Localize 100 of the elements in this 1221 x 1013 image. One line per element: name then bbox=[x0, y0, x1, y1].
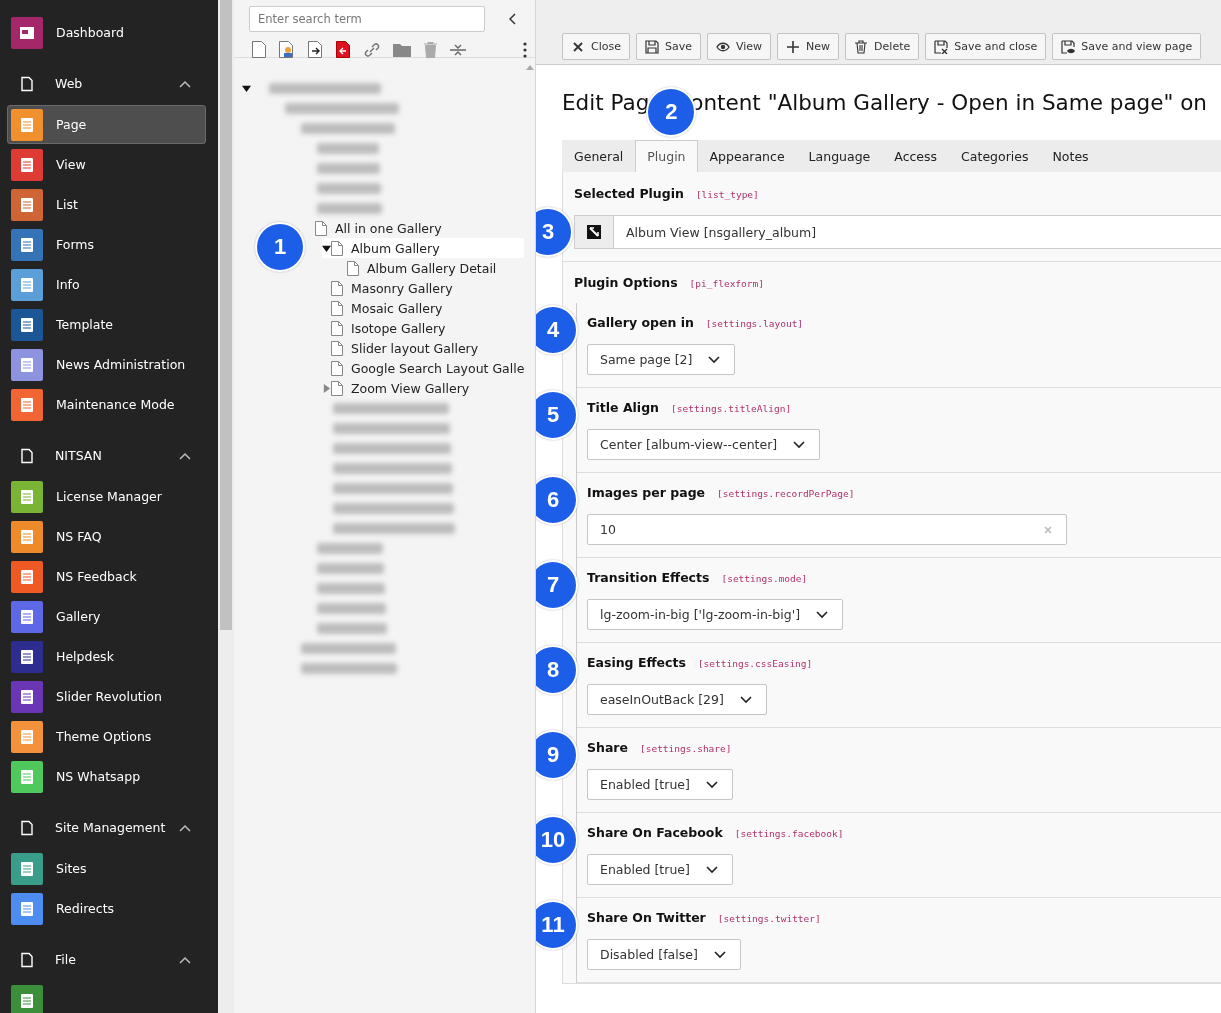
menu-item[interactable]: Theme Options bbox=[7, 717, 206, 756]
select-field[interactable]: Enabled [true] bbox=[587, 854, 733, 885]
new-page-icon[interactable] bbox=[252, 41, 266, 58]
toolbar-button[interactable]: Save and view page bbox=[1052, 33, 1202, 60]
page-icon bbox=[331, 320, 343, 336]
chevron-up-icon[interactable] bbox=[179, 451, 191, 460]
menu-group-header[interactable]: File bbox=[0, 939, 218, 980]
scrollbar[interactable] bbox=[218, 0, 234, 1013]
search-field[interactable]: Enter search term bbox=[249, 6, 485, 32]
select-field[interactable]: easeInOutBack [29] bbox=[587, 684, 767, 715]
menu-item[interactable]: Helpdesk bbox=[7, 637, 206, 676]
select-field[interactable]: Center [album-view--center] bbox=[587, 429, 821, 460]
toolbar-button[interactable]: Save and close bbox=[925, 33, 1047, 60]
blurred-tree-item bbox=[317, 202, 382, 214]
collapse-icon[interactable] bbox=[509, 13, 517, 25]
chevron-down-icon bbox=[705, 865, 718, 874]
toolbar-button[interactable]: View bbox=[707, 33, 772, 60]
blurred-tree-item bbox=[317, 542, 383, 554]
chevron-up-icon[interactable] bbox=[179, 823, 191, 832]
tab[interactable]: Language bbox=[796, 140, 883, 172]
chevron-down-icon bbox=[713, 950, 726, 959]
field-key: [settings.share] bbox=[640, 743, 732, 754]
tree-item[interactable]: Zoom View Gallery bbox=[322, 378, 525, 398]
menu-item[interactable]: Maintenance Mode bbox=[7, 385, 206, 424]
menu-group-header[interactable]: Site Management bbox=[0, 807, 218, 848]
tab[interactable]: General bbox=[562, 140, 636, 172]
field-key: [list_type] bbox=[695, 189, 759, 200]
menu-item[interactable]: View bbox=[7, 145, 206, 184]
chevron-up-icon[interactable] bbox=[179, 79, 191, 88]
tab[interactable]: Notes bbox=[1040, 140, 1101, 172]
menu-item[interactable]: Slider Revolution bbox=[7, 677, 206, 716]
select-field[interactable]: Disabled [false] bbox=[587, 939, 741, 970]
select-field[interactable]: Enabled [true] bbox=[587, 769, 733, 800]
menu-item[interactable]: Gallery bbox=[7, 597, 206, 636]
menu-item[interactable]: NS FAQ bbox=[7, 517, 206, 556]
field-label: Share On Facebook bbox=[587, 825, 723, 840]
toolbar-button[interactable]: New bbox=[777, 33, 840, 60]
floppy-disk-cross-icon bbox=[934, 39, 949, 54]
number-badge: 10 bbox=[536, 815, 578, 865]
select-field[interactable]: Same page [2] bbox=[587, 344, 736, 375]
input-field[interactable]: 10 bbox=[587, 514, 1067, 545]
menu-item[interactable]: Template bbox=[7, 305, 206, 344]
blurred-tree-item bbox=[317, 162, 380, 174]
tab[interactable]: Categories bbox=[949, 140, 1041, 172]
page-remove-icon[interactable] bbox=[336, 41, 351, 58]
menu-item[interactable]: Page bbox=[7, 105, 206, 144]
tree-item[interactable]: Mosaic Gallery bbox=[322, 298, 525, 318]
chevron-down-icon bbox=[705, 780, 718, 789]
field-label: Easing Effects bbox=[587, 655, 686, 670]
page-move-icon[interactable] bbox=[308, 41, 323, 58]
tab[interactable]: Access bbox=[882, 140, 950, 172]
tree-item[interactable]: Album Gallery Detail bbox=[338, 258, 525, 278]
page-icon bbox=[331, 360, 343, 376]
toolbar-button[interactable]: Close bbox=[562, 33, 630, 60]
tab[interactable]: Appearance bbox=[697, 140, 797, 172]
field-key: [settings.recordPerPage] bbox=[717, 488, 855, 499]
chevron-up-icon[interactable] bbox=[179, 955, 191, 964]
menu-item[interactable]: NS Feedback bbox=[7, 557, 206, 596]
tree-item[interactable]: Isotope Gallery bbox=[322, 318, 525, 338]
blurred-tree-item bbox=[317, 142, 379, 154]
toolbar-button[interactable]: Save bbox=[635, 33, 701, 60]
menu-group-header[interactable]: Web bbox=[0, 63, 218, 104]
toolbar-button[interactable]: Delete bbox=[845, 33, 920, 60]
scrollbar-thumb[interactable] bbox=[220, 0, 232, 630]
menu-item[interactable]: Redirects bbox=[7, 889, 206, 928]
page-icon bbox=[331, 340, 343, 356]
field-label: Selected Plugin bbox=[574, 186, 684, 201]
tree-item[interactable]: Google Search Layout Galle bbox=[322, 358, 525, 378]
page-icon bbox=[331, 300, 343, 316]
tab[interactable]: Plugin bbox=[635, 140, 698, 172]
blurred-tree-item bbox=[317, 602, 386, 614]
menu-item[interactable]: Sites bbox=[7, 849, 206, 888]
select-field[interactable]: lg-zoom-in-big ['lg-zoom-in-big'] bbox=[587, 599, 844, 630]
folder-icon[interactable] bbox=[393, 42, 411, 57]
menu-item[interactable]: NS Whatsapp bbox=[7, 757, 206, 796]
field-label: Gallery open in bbox=[587, 315, 694, 330]
tree-item[interactable]: Slider layout Gallery bbox=[322, 338, 525, 358]
page-user-icon[interactable] bbox=[279, 41, 295, 58]
blurred-tree-item bbox=[317, 562, 384, 574]
page-icon bbox=[331, 280, 343, 296]
field-key: [settings.layout] bbox=[705, 318, 804, 329]
page-icon bbox=[315, 220, 327, 236]
page-icon bbox=[331, 240, 343, 256]
caret-down-icon[interactable] bbox=[242, 83, 251, 93]
menu-group-header[interactable]: NITSAN bbox=[0, 435, 218, 476]
page-icon bbox=[347, 260, 359, 276]
menu-item[interactable]: Forms bbox=[7, 225, 206, 264]
menu-item[interactable]: Info bbox=[7, 265, 206, 304]
tree-item[interactable]: Album Gallery bbox=[322, 238, 525, 258]
plus-icon bbox=[786, 39, 801, 54]
menu-item[interactable]: License Manager bbox=[7, 477, 206, 516]
menu-item[interactable]: List bbox=[7, 185, 206, 224]
menu-item[interactable]: News Administration bbox=[7, 345, 206, 384]
link-icon[interactable] bbox=[364, 41, 380, 58]
separator-icon[interactable] bbox=[450, 42, 466, 57]
plugin-select[interactable]: Album View [nsgallery_album] bbox=[574, 215, 1221, 249]
tree-item[interactable]: All in one Gallery bbox=[306, 218, 525, 238]
tree-item[interactable]: Masonry Gallery bbox=[322, 278, 525, 298]
menu-item[interactable]: Dashboard bbox=[7, 13, 206, 52]
more-icon[interactable] bbox=[523, 41, 527, 58]
